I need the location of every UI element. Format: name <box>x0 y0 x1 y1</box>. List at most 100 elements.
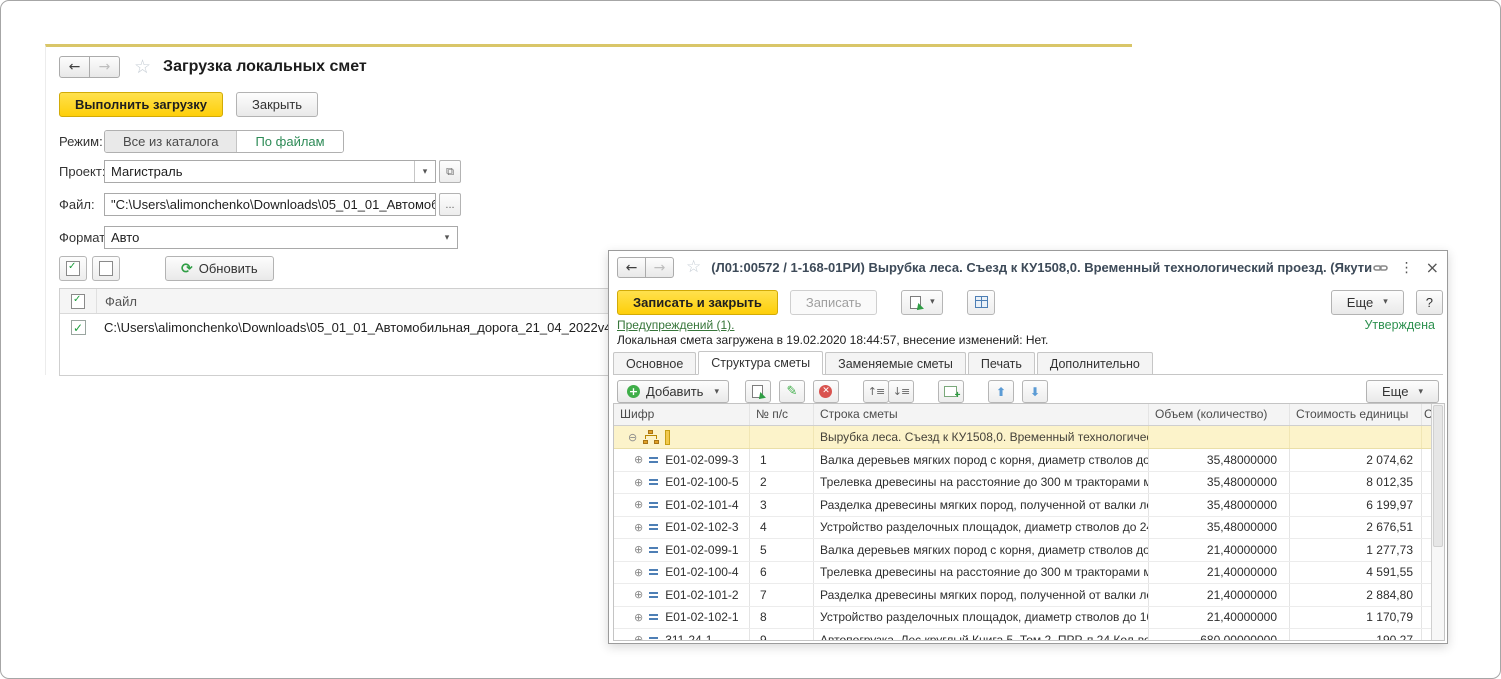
files-file-column[interactable]: Файл <box>97 294 137 309</box>
scrollbar-thumb[interactable] <box>1433 405 1443 547</box>
estimate-row[interactable]: ⊕ Е01-02-100-4 6 Трелевка древесины на р… <box>614 562 1444 585</box>
expand-icon[interactable]: ⊕ <box>634 566 643 579</box>
format-select[interactable]: Авто ▾ <box>104 226 458 249</box>
estimate-row[interactable]: ⊕ Е01-02-101-2 7 Разделка древесины мягк… <box>614 584 1444 607</box>
tab-основное[interactable]: Основное <box>613 352 696 374</box>
close-button[interactable]: Закрыть <box>236 92 318 117</box>
expand-icon[interactable]: ⊕ <box>634 543 643 556</box>
file-checkbox[interactable]: ✓ <box>71 320 86 335</box>
row-qty: 35,48000000 <box>1149 494 1290 516</box>
grid-more-button[interactable]: Еще ▾ <box>1366 380 1439 403</box>
menu-kebab-icon[interactable]: ⋮ <box>1400 260 1414 276</box>
expand-icon[interactable]: ⊕ <box>634 521 643 534</box>
doc-forward-button[interactable]: → <box>645 257 674 278</box>
add-column-icon <box>944 386 957 397</box>
add-row-button[interactable]: + Добавить ▾ <box>617 380 729 403</box>
row-num: 1 <box>750 449 814 471</box>
check-all-button[interactable]: ✓ <box>59 256 87 281</box>
expand-icon[interactable]: ⊕ <box>634 588 643 601</box>
tab-печать[interactable]: Печать <box>968 352 1035 374</box>
estimate-row[interactable]: ⊕ 311-24-1 9 Автопогрузка. Лес круглый К… <box>614 629 1444 641</box>
project-dropdown-icon[interactable]: ▾ <box>414 161 435 182</box>
open-report-button[interactable] <box>967 290 995 315</box>
forward-button[interactable]: → <box>89 56 120 78</box>
uncheck-all-button[interactable] <box>92 256 120 281</box>
estimate-row[interactable]: ⊕ Е01-02-099-1 5 Валка деревьев мягких п… <box>614 539 1444 562</box>
refresh-button[interactable]: ⟳ Обновить <box>165 256 274 281</box>
file-browse-button[interactable]: ... <box>439 193 461 216</box>
add-column-button[interactable] <box>938 380 964 403</box>
left-nav-row: ← → ☆ Загрузка локальных смет <box>59 56 367 78</box>
row-num: 9 <box>750 629 814 641</box>
tab-заменяемые-сметы[interactable]: Заменяемые сметы <box>825 352 966 374</box>
copy-row-button[interactable] <box>745 380 771 403</box>
collapse-icon[interactable]: ⊖ <box>628 431 637 444</box>
refresh-icon: ⟳ <box>181 261 193 277</box>
doc-back-button[interactable]: ← <box>617 257 646 278</box>
estimate-row[interactable]: ⊕ Е01-02-099-3 1 Валка деревьев мягких п… <box>614 449 1444 472</box>
file-label: Файл: <box>59 197 104 212</box>
project-open-button[interactable]: ⧉ <box>439 160 461 183</box>
save-and-close-button[interactable]: Записать и закрыть <box>617 290 778 315</box>
move-up-button[interactable]: ⬆ <box>988 380 1014 403</box>
warnings-link[interactable]: Предупреждений (1). <box>617 318 735 332</box>
row-qty: 21,40000000 <box>1149 584 1290 606</box>
row-text: Валка деревьев мягких пород с корня, диа… <box>814 539 1149 561</box>
row-qty: 21,40000000 <box>1149 539 1290 561</box>
project-input[interactable]: Магистраль ▾ <box>104 160 436 183</box>
col-code[interactable]: Шифр <box>614 404 750 425</box>
files-flag-column[interactable]: ✓ <box>60 289 97 313</box>
row-qty: 21,40000000 <box>1149 562 1290 584</box>
create-based-on-button[interactable]: ▾ <box>901 290 943 315</box>
row-qty: 21,40000000 <box>1149 607 1290 629</box>
group-row[interactable]: ⊖ Вырубка леса. Съезд к КУ1508,0. Времен… <box>614 426 1444 449</box>
back-button[interactable]: ← <box>59 56 90 78</box>
document-more-button[interactable]: Еще ▾ <box>1331 290 1404 315</box>
expand-icon[interactable]: ⊕ <box>634 476 643 489</box>
row-unit-cost: 2 884,80 <box>1290 584 1422 606</box>
level-down-button[interactable]: ↓≡ <box>888 380 914 403</box>
grid-scrollbar[interactable] <box>1431 404 1444 640</box>
delete-icon: ✕ <box>819 385 832 398</box>
run-load-button[interactable]: Выполнить загрузку <box>59 92 223 117</box>
link-icon[interactable] <box>1373 261 1388 275</box>
col-num[interactable]: № п/с <box>750 404 814 425</box>
expand-icon[interactable]: ⊕ <box>634 611 643 624</box>
col-line[interactable]: Строка сметы <box>814 404 1149 425</box>
favorite-star-icon[interactable]: ☆ <box>134 58 151 77</box>
move-down-button[interactable]: ⬇ <box>1022 380 1048 403</box>
tab-структура-сметы[interactable]: Структура сметы <box>698 351 823 375</box>
expand-icon[interactable]: ⊕ <box>634 453 643 466</box>
help-button[interactable]: ? <box>1416 290 1443 315</box>
row-text: Разделка древесины мягких пород, получен… <box>814 494 1149 516</box>
estimate-row[interactable]: ⊕ Е01-02-100-5 2 Трелевка древесины на р… <box>614 472 1444 495</box>
mode-row: Режим: Все из каталогаПо файлам <box>59 130 344 153</box>
row-code: Е01-02-101-4 <box>665 498 738 512</box>
expand-icon[interactable]: ⊕ <box>634 498 643 511</box>
save-button[interactable]: Записать <box>790 290 878 315</box>
col-qty[interactable]: Объем (количество) <box>1149 404 1290 425</box>
close-window-icon[interactable]: × <box>1426 258 1439 277</box>
estimate-row[interactable]: ⊕ Е01-02-102-1 8 Устройство разделочных … <box>614 607 1444 630</box>
file-value: "C:\Users\alimonchenko\Downloads\05_01_0… <box>105 197 435 212</box>
mode-option[interactable]: По файлам <box>237 131 342 152</box>
estimate-row[interactable]: ⊕ Е01-02-101-4 3 Разделка древесины мягк… <box>614 494 1444 517</box>
doc-favorite-star-icon[interactable]: ☆ <box>686 259 701 276</box>
tab-дополнительно[interactable]: Дополнительно <box>1037 352 1153 374</box>
row-text: Трелевка древесины на расстояние до 300 … <box>814 562 1149 584</box>
dropdown-arrow-icon: ▾ <box>930 297 935 307</box>
mode-option[interactable]: Все из каталога <box>105 131 237 152</box>
col-unit-cost[interactable]: Стоимость единицы <box>1290 404 1422 425</box>
edit-row-button[interactable]: ✎ <box>779 380 805 403</box>
delete-row-button[interactable]: ✕ <box>813 380 839 403</box>
file-input[interactable]: "C:\Users\alimonchenko\Downloads\05_01_0… <box>104 193 436 216</box>
row-unit-cost: 190,27 <box>1290 629 1422 641</box>
level-up-button[interactable]: ↑≡ <box>863 380 889 403</box>
row-code: Е01-02-101-2 <box>665 588 738 602</box>
move-up-icon: ⬆ <box>996 385 1006 399</box>
expand-icon[interactable]: ⊕ <box>634 633 643 641</box>
estimate-row[interactable]: ⊕ Е01-02-102-3 4 Устройство разделочных … <box>614 517 1444 540</box>
row-num: 4 <box>750 517 814 539</box>
row-unit-cost: 4 591,55 <box>1290 562 1422 584</box>
dropdown-arrow-icon: ▾ <box>714 387 719 397</box>
